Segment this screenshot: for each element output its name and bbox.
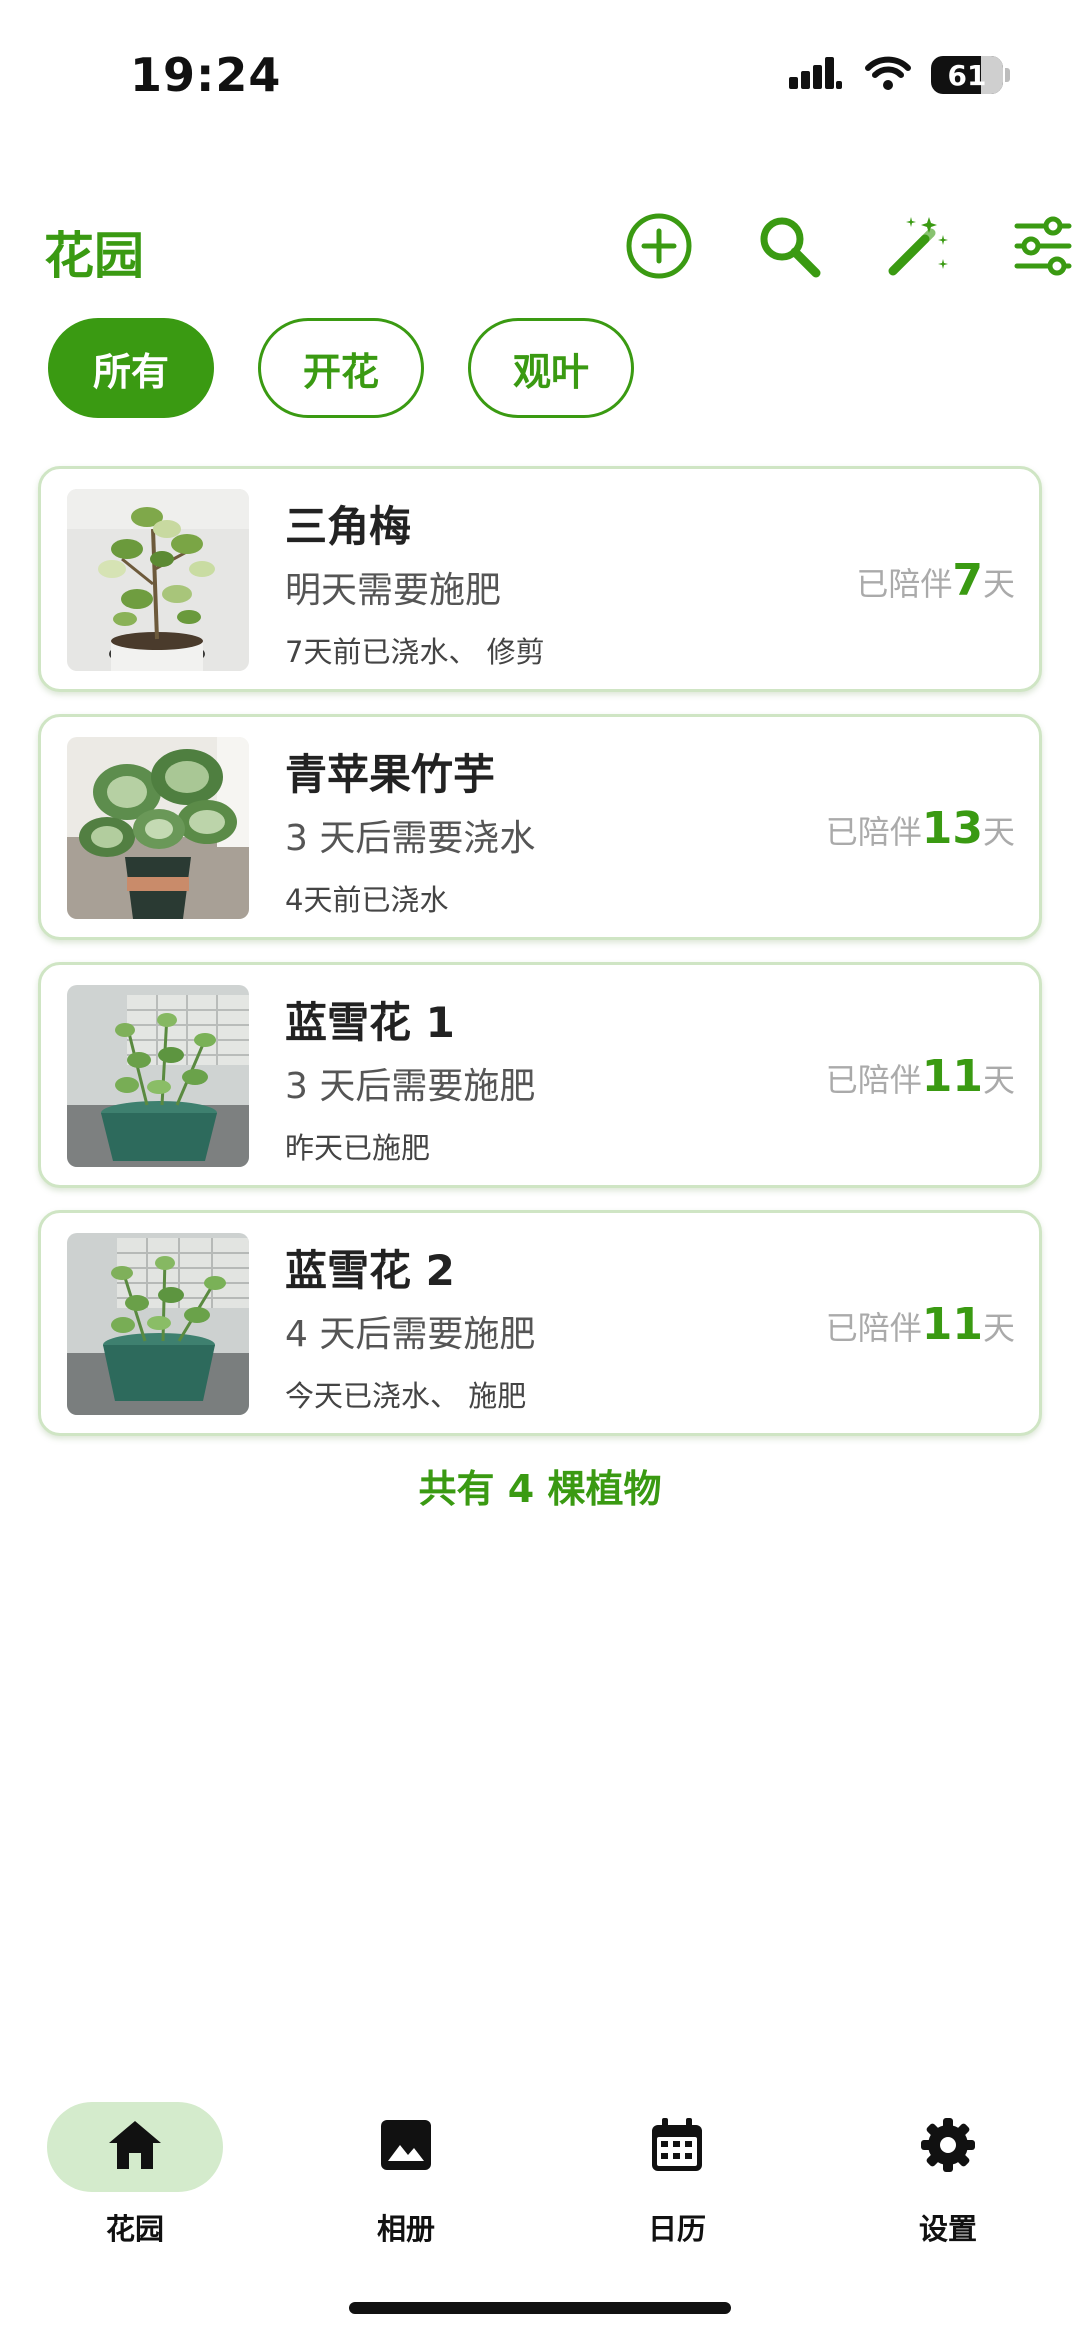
magic-wand-button[interactable] bbox=[878, 208, 958, 288]
status-icons: 61 bbox=[789, 55, 1010, 95]
battery-level: 61 bbox=[947, 58, 987, 92]
plant-next-task: 4 天后需要施肥 bbox=[285, 1314, 536, 1355]
gear-icon bbox=[920, 2117, 976, 2177]
search-button[interactable] bbox=[749, 208, 829, 288]
plant-photo bbox=[67, 985, 249, 1167]
nav-item-calendar[interactable]: 日历 bbox=[589, 2102, 765, 2248]
category-filters: 所有 开花 观叶 bbox=[48, 318, 634, 418]
nav-item-settings[interactable]: 设置 bbox=[860, 2102, 1036, 2248]
days-prefix: 已陪伴 bbox=[825, 813, 922, 851]
plant-days-together: 已陪伴11天 bbox=[826, 1051, 1015, 1102]
nav-label: 花园 bbox=[105, 2212, 164, 2246]
days-count: 7 bbox=[952, 555, 983, 606]
app-header: 花园 bbox=[0, 200, 1080, 300]
plant-next-task: 明天需要施肥 bbox=[285, 570, 502, 611]
plant-name: 蓝雪花 1 bbox=[285, 998, 455, 1047]
nav-active-indicator bbox=[47, 2102, 223, 2192]
days-prefix: 已陪伴 bbox=[856, 565, 953, 603]
plant-care-history: 今天已浇水、 施肥 bbox=[285, 1379, 527, 1413]
plant-card[interactable]: 青苹果竹芋 3 天后需要浇水 4天前已浇水 已陪伴13天 bbox=[38, 714, 1042, 940]
days-count: 13 bbox=[921, 803, 983, 854]
plant-name: 青苹果竹芋 bbox=[285, 750, 496, 799]
days-suffix: 天 bbox=[982, 1061, 1015, 1099]
filter-chip-all[interactable]: 所有 bbox=[48, 318, 214, 418]
filter-settings-button[interactable] bbox=[1003, 208, 1080, 288]
plant-days-together: 已陪伴13天 bbox=[826, 803, 1015, 854]
plant-list: 三角梅 明天需要施肥 7天前已浇水、 修剪 已陪伴7天 青苹果竹芋 3 天后需要… bbox=[38, 466, 1042, 1458]
days-suffix: 天 bbox=[982, 1309, 1015, 1347]
nav-label: 相册 bbox=[376, 2212, 435, 2246]
cellular-signal-icon bbox=[789, 55, 845, 95]
filter-chip-flowering[interactable]: 开花 bbox=[258, 318, 424, 418]
plant-photo bbox=[67, 737, 249, 919]
add-icon bbox=[624, 211, 694, 285]
status-time: 19:24 bbox=[130, 48, 282, 102]
plant-care-history: 昨天已施肥 bbox=[285, 1131, 431, 1165]
filter-sliders-icon bbox=[1013, 216, 1073, 280]
days-suffix: 天 bbox=[982, 565, 1015, 603]
plant-photo bbox=[67, 1233, 249, 1415]
nav-label: 设置 bbox=[918, 2212, 977, 2246]
wifi-icon bbox=[865, 55, 911, 95]
home-indicator[interactable] bbox=[349, 2302, 731, 2314]
plant-count-summary: 共有 4 棵植物 bbox=[418, 1467, 662, 1511]
nav-item-garden[interactable]: 花园 bbox=[47, 2102, 223, 2248]
home-icon bbox=[107, 2119, 163, 2175]
search-icon bbox=[756, 213, 822, 283]
days-prefix: 已陪伴 bbox=[825, 1309, 922, 1347]
plant-card[interactable]: 三角梅 明天需要施肥 7天前已浇水、 修剪 已陪伴7天 bbox=[38, 466, 1042, 692]
image-icon bbox=[380, 2119, 432, 2175]
plant-care-history: 7天前已浇水、 修剪 bbox=[285, 635, 545, 669]
plant-photo bbox=[67, 489, 249, 671]
days-count: 11 bbox=[921, 1299, 983, 1350]
plant-days-together: 已陪伴11天 bbox=[826, 1299, 1015, 1350]
days-suffix: 天 bbox=[982, 813, 1015, 851]
filter-chip-foliage[interactable]: 观叶 bbox=[468, 318, 634, 418]
plant-name: 蓝雪花 2 bbox=[285, 1246, 455, 1295]
bottom-navigation: 花园 相册 日历 设置 bbox=[0, 2090, 1080, 2270]
days-count: 11 bbox=[921, 1051, 983, 1102]
page-title: 花园 bbox=[44, 227, 144, 285]
plant-name: 三角梅 bbox=[285, 502, 412, 551]
plant-card[interactable]: 蓝雪花 1 3 天后需要施肥 昨天已施肥 已陪伴11天 bbox=[38, 962, 1042, 1188]
status-bar: 19:24 61 bbox=[0, 0, 1080, 150]
magic-wand-icon bbox=[885, 213, 951, 283]
add-plant-button[interactable] bbox=[619, 208, 699, 288]
days-prefix: 已陪伴 bbox=[825, 1061, 922, 1099]
nav-label: 日历 bbox=[647, 2212, 706, 2246]
plant-next-task: 3 天后需要浇水 bbox=[285, 818, 536, 859]
nav-item-album[interactable]: 相册 bbox=[318, 2102, 494, 2248]
plant-days-together: 已陪伴7天 bbox=[856, 555, 1015, 606]
battery-icon: 61 bbox=[931, 56, 1003, 94]
plant-care-history: 4天前已浇水 bbox=[285, 883, 449, 917]
plant-card[interactable]: 蓝雪花 2 4 天后需要施肥 今天已浇水、 施肥 已陪伴11天 bbox=[38, 1210, 1042, 1436]
plant-next-task: 3 天后需要施肥 bbox=[285, 1066, 536, 1107]
calendar-icon bbox=[651, 2117, 703, 2177]
